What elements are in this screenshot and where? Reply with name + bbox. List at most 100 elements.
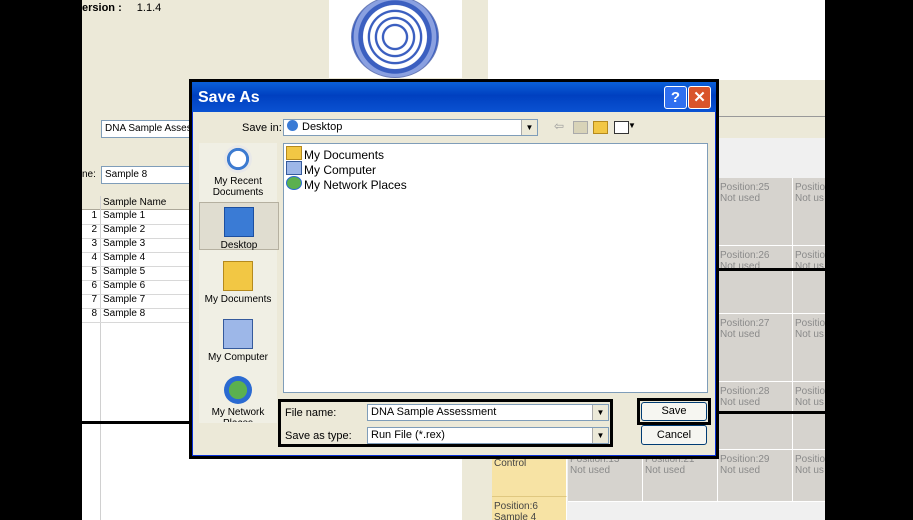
- chevron-down-icon[interactable]: ▼: [592, 428, 608, 443]
- view-menu-chevron-icon[interactable]: ▼: [628, 121, 636, 130]
- position-status: Not used: [570, 465, 611, 476]
- save-type-label: Save as type:: [285, 430, 352, 442]
- save-type-dropdown[interactable]: Run File (*.rex) ▼: [367, 427, 609, 444]
- place-network-places[interactable]: My Network Places: [199, 376, 277, 422]
- control-label: Control: [494, 458, 527, 469]
- position-status: Not used: [645, 465, 686, 476]
- position-label: Positio: [795, 250, 825, 261]
- close-button[interactable]: ✕: [688, 86, 711, 109]
- position-cell[interactable]: Positio Not us: [793, 178, 825, 246]
- sample-name-field[interactable]: Sample 8: [101, 166, 198, 184]
- position-label: Position:25: [720, 182, 770, 193]
- save-in-value: Desktop: [302, 121, 343, 133]
- position-label: Positio: [795, 182, 825, 193]
- version-value: 1.1.4: [136, 2, 162, 14]
- file-item-my-network-places[interactable]: My Network Places: [286, 176, 407, 192]
- save-in-label: Save in:: [242, 122, 282, 134]
- chevron-down-icon: ▼: [521, 120, 537, 135]
- place-label: My Recent Documents: [212, 176, 264, 198]
- position-cell[interactable]: Positio Not us: [793, 314, 825, 382]
- list-header-label: Sample Name: [103, 197, 167, 208]
- position-label: Position:29: [720, 454, 770, 465]
- row-name: Sample 7: [103, 294, 146, 305]
- save-type-value: Run File (*.rex): [371, 429, 445, 441]
- position-cell[interactable]: Positio Not us: [793, 246, 825, 314]
- row-name: Sample 6: [103, 280, 146, 291]
- file-item-my-computer[interactable]: My Computer: [286, 161, 376, 177]
- row-name: Sample 8: [103, 308, 146, 319]
- position-status: Not us: [795, 193, 824, 204]
- desktop-icon: [224, 207, 254, 237]
- file-item-my-documents[interactable]: My Documents: [286, 146, 384, 162]
- position-status: Not us: [795, 465, 824, 476]
- save-button[interactable]: Save: [641, 402, 707, 421]
- position-label: Positio: [795, 318, 825, 329]
- position-status: Not us: [795, 329, 824, 340]
- place-recent-documents[interactable]: My Recent Documents: [199, 145, 277, 201]
- position-cell[interactable]: Position:25 Not used: [718, 178, 793, 246]
- save-in-dropdown[interactable]: Desktop ▼: [283, 119, 538, 136]
- places-bar: My Recent Documents Desktop My Documents…: [199, 143, 279, 423]
- place-my-computer[interactable]: My Computer: [199, 319, 277, 369]
- assay-field[interactable]: DNA Sample Assess: [101, 120, 198, 138]
- place-label: My Network Places: [211, 407, 265, 422]
- name-label: ne:: [82, 169, 96, 180]
- row-number: 1: [91, 210, 97, 221]
- help-button[interactable]: ?: [664, 86, 687, 109]
- place-label: My Computer: [207, 352, 268, 363]
- back-icon[interactable]: ⇦: [554, 119, 564, 133]
- place-my-documents[interactable]: My Documents: [199, 261, 277, 311]
- folder-icon: [286, 146, 302, 160]
- place-label: Desktop: [220, 240, 258, 251]
- network-icon: [286, 176, 302, 190]
- position-cell[interactable]: Position:29 Not used: [718, 450, 793, 502]
- position-label: Positio: [795, 454, 825, 465]
- row-name: Sample 1: [103, 210, 146, 221]
- position-status: Not used: [720, 397, 761, 408]
- version-label: ersion :: [82, 2, 122, 14]
- file-item-label: My Documents: [304, 148, 385, 162]
- position-cell[interactable]: Position:28 Not used: [718, 382, 793, 450]
- computer-icon: [286, 161, 302, 175]
- annotation-line-right-upper: [717, 268, 825, 271]
- my-documents-icon: [223, 261, 253, 291]
- row-number: 7: [91, 294, 97, 305]
- position-status: Not used: [720, 329, 761, 340]
- file-name-label: File name:: [285, 407, 337, 419]
- top-right-panel: [488, 0, 825, 80]
- row-name: Sample 3: [103, 238, 146, 249]
- file-item-label: My Network Places: [304, 178, 407, 192]
- dialog-titlebar[interactable]: [192, 82, 716, 112]
- file-name-value: DNA Sample Assessment: [371, 406, 497, 418]
- position-label: Positio: [795, 386, 825, 397]
- chevron-down-icon[interactable]: ▼: [592, 405, 608, 420]
- row-number: 3: [91, 238, 97, 249]
- position-6-label: Position:6: [494, 501, 538, 512]
- version-row: ersion : 1.1.4: [82, 2, 161, 14]
- row-number: 5: [91, 266, 97, 277]
- cancel-button[interactable]: Cancel: [641, 425, 707, 445]
- position-cell[interactable]: Positio Not us: [793, 382, 825, 450]
- position-cell[interactable]: Positio Not us: [793, 450, 825, 502]
- position-6-cell[interactable]: Position:6 Sample 4: [492, 496, 567, 520]
- row-name: Sample 4: [103, 252, 146, 263]
- dialog-title: Save As: [198, 89, 260, 106]
- place-desktop[interactable]: Desktop: [199, 202, 279, 251]
- position-6-sample: Sample 4: [494, 512, 537, 520]
- up-folder-icon[interactable]: [573, 121, 588, 134]
- new-folder-icon[interactable]: [593, 121, 608, 134]
- row-number: 2: [91, 224, 97, 235]
- row-number: 6: [91, 280, 97, 291]
- network-places-icon: [224, 376, 252, 404]
- position-status: Not us: [795, 397, 824, 408]
- position-cell[interactable]: Position:27 Not used: [718, 314, 793, 382]
- position-label: Position:26: [720, 250, 770, 261]
- file-name-input[interactable]: DNA Sample Assessment ▼: [367, 404, 609, 421]
- row-name: Sample 2: [103, 224, 146, 235]
- row-number: 8: [91, 308, 97, 319]
- view-menu-icon[interactable]: [614, 121, 629, 134]
- row-number: 4: [91, 252, 97, 263]
- row-name: Sample 5: [103, 266, 146, 277]
- file-list[interactable]: My Documents My Computer My Network Plac…: [283, 143, 708, 393]
- position-cell[interactable]: Position:26 Not used: [718, 246, 793, 314]
